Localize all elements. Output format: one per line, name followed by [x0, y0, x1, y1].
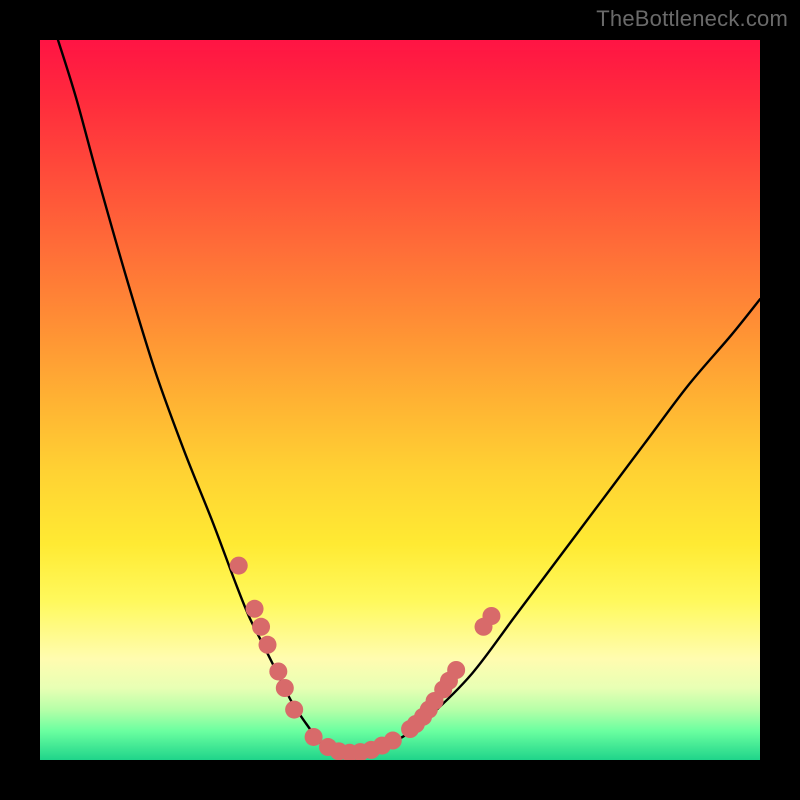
sample-point	[384, 732, 402, 750]
plot-area	[40, 40, 760, 760]
sample-point	[269, 662, 287, 680]
watermark-label: TheBottleneck.com	[596, 6, 788, 32]
sample-point	[482, 607, 500, 625]
sample-point	[447, 661, 465, 679]
sample-point	[230, 557, 248, 575]
sample-point	[246, 600, 264, 618]
chart-frame: TheBottleneck.com	[0, 0, 800, 800]
sample-point	[285, 701, 303, 719]
sample-point	[259, 636, 277, 654]
sample-point	[276, 679, 294, 697]
sample-point	[252, 618, 270, 636]
bottleneck-curve	[58, 40, 760, 753]
chart-svg	[40, 40, 760, 760]
